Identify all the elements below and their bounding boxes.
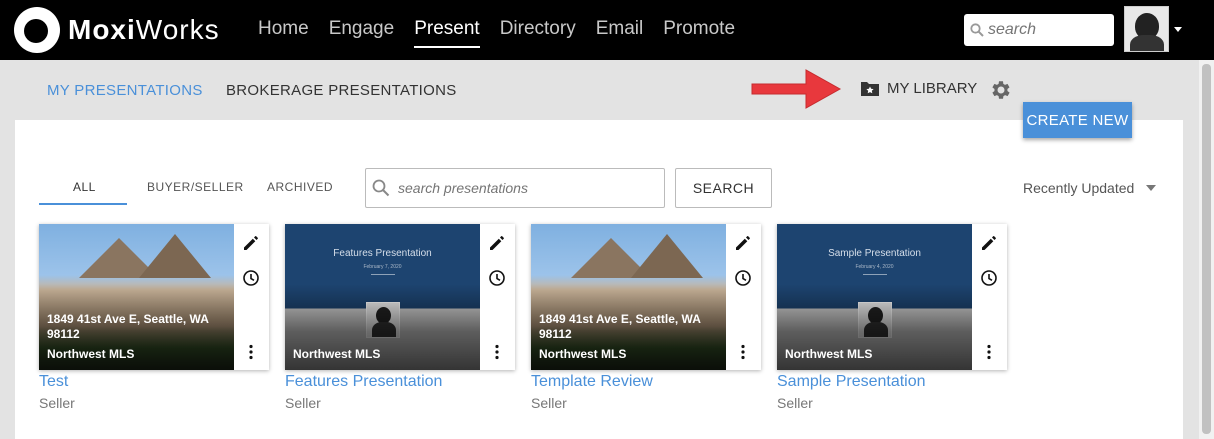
card-tools: [234, 224, 269, 370]
nav-directory[interactable]: Directory: [500, 18, 576, 48]
filter-buyer-seller[interactable]: BUYER/SELLER: [147, 180, 244, 194]
slide-title: Features Presentation: [333, 248, 432, 259]
pencil-icon[interactable]: [242, 234, 260, 252]
listing-address: 1849 41st Ave E, Seattle, WA 98112: [47, 312, 209, 341]
clock-icon[interactable]: [980, 269, 998, 287]
more-vertical-icon[interactable]: [980, 343, 998, 361]
gear-icon[interactable]: [989, 78, 1013, 102]
listing-source: Northwest MLS: [785, 347, 873, 361]
listing-source: Northwest MLS: [293, 347, 381, 361]
nav-present[interactable]: Present: [414, 18, 480, 48]
card-tools: [480, 224, 515, 370]
nav-promote[interactable]: Promote: [663, 18, 735, 48]
clock-icon[interactable]: [734, 269, 752, 287]
listing-address: 1849 41st Ave E, Seattle, WA 98112: [539, 312, 701, 341]
slide-date: February 7, 2020: [363, 264, 402, 270]
card-title[interactable]: Features Presentation: [285, 373, 442, 391]
folder-star-icon: [861, 82, 879, 96]
card-subtitle: Seller: [531, 395, 567, 411]
slide-title: Sample Presentation: [828, 248, 921, 259]
global-search-input[interactable]: [988, 21, 1108, 39]
house-roof: [631, 234, 703, 278]
slide-date: February 4, 2020: [855, 264, 894, 270]
card-subtitle: Seller: [777, 395, 813, 411]
card-title[interactable]: Test: [39, 373, 68, 391]
main-nav: Home Engage Present Directory Email Prom…: [258, 18, 755, 48]
logo-mark-icon: [14, 7, 60, 53]
create-new-button[interactable]: CREATE NEW: [1023, 102, 1132, 138]
slide-preview: Features Presentation February 7, 2020 N…: [285, 224, 480, 370]
presentations-subnav: MY PRESENTATIONS BROKERAGE PRESENTATIONS…: [15, 60, 1183, 120]
card-subtitle: Seller: [39, 395, 75, 411]
listing-source: Northwest MLS: [47, 347, 135, 361]
top-navbar: MoxiWorks Home Engage Present Directory …: [0, 0, 1214, 60]
slide-divider: [371, 274, 395, 275]
nav-engage[interactable]: Engage: [329, 18, 395, 48]
tab-brokerage-presentations[interactable]: BROKERAGE PRESENTATIONS: [226, 82, 457, 99]
scrollbar-thumb[interactable]: [1202, 64, 1211, 434]
card-title[interactable]: Template Review: [531, 373, 653, 391]
presentation-search[interactable]: [365, 168, 665, 208]
clock-icon[interactable]: [488, 269, 506, 287]
presentation-card[interactable]: 1849 41st Ave E, Seattle, WA 98112 North…: [39, 224, 269, 370]
active-filter-indicator: [39, 203, 127, 205]
page-scrollbar[interactable]: [1199, 60, 1214, 439]
arrow-annotation-icon: [751, 69, 842, 109]
presentation-card[interactable]: Sample Presentation February 4, 2020 Nor…: [777, 224, 1007, 370]
more-vertical-icon[interactable]: [488, 343, 506, 361]
pencil-icon[interactable]: [980, 234, 998, 252]
tab-my-presentations[interactable]: MY PRESENTATIONS: [47, 82, 203, 99]
global-search[interactable]: [964, 14, 1114, 46]
more-vertical-icon[interactable]: [734, 343, 752, 361]
slide-preview: Sample Presentation February 4, 2020 Nor…: [777, 224, 972, 370]
listing-source: Northwest MLS: [539, 347, 627, 361]
user-avatar[interactable]: [1124, 6, 1169, 52]
house-roof: [139, 234, 211, 278]
sort-dropdown[interactable]: Recently Updated: [1023, 180, 1157, 196]
clock-icon[interactable]: [242, 269, 260, 287]
presentation-card[interactable]: 1849 41st Ave E, Seattle, WA 98112 North…: [531, 224, 761, 370]
moxiworks-logo[interactable]: MoxiWorks: [14, 7, 220, 53]
listing-photo: 1849 41st Ave E, Seattle, WA 98112 North…: [531, 224, 726, 370]
card-tools: [972, 224, 1007, 370]
pencil-icon[interactable]: [734, 234, 752, 252]
my-library-link[interactable]: MY LIBRARY: [860, 80, 977, 97]
listing-photo: 1849 41st Ave E, Seattle, WA 98112 North…: [39, 224, 234, 370]
sort-label: Recently Updated: [1023, 180, 1135, 196]
nav-home[interactable]: Home: [258, 18, 309, 48]
search-icon: [372, 179, 390, 197]
presentation-search-input[interactable]: [398, 180, 648, 196]
card-title[interactable]: Sample Presentation: [777, 373, 926, 391]
more-vertical-icon[interactable]: [242, 343, 260, 361]
search-icon: [970, 23, 984, 37]
filter-all[interactable]: ALL: [73, 180, 96, 194]
chevron-down-icon: [1146, 185, 1157, 191]
search-button[interactable]: SEARCH: [675, 168, 772, 208]
logo-text: MoxiWorks: [68, 14, 220, 45]
nav-email[interactable]: Email: [596, 18, 644, 48]
presentation-card[interactable]: Features Presentation February 7, 2020 N…: [285, 224, 515, 370]
slide-divider: [863, 274, 887, 275]
pencil-icon[interactable]: [488, 234, 506, 252]
chevron-down-icon[interactable]: [1174, 27, 1182, 32]
card-tools: [726, 224, 761, 370]
card-subtitle: Seller: [285, 395, 321, 411]
filter-archived[interactable]: ARCHIVED: [267, 180, 333, 194]
my-library-label: MY LIBRARY: [887, 80, 978, 97]
